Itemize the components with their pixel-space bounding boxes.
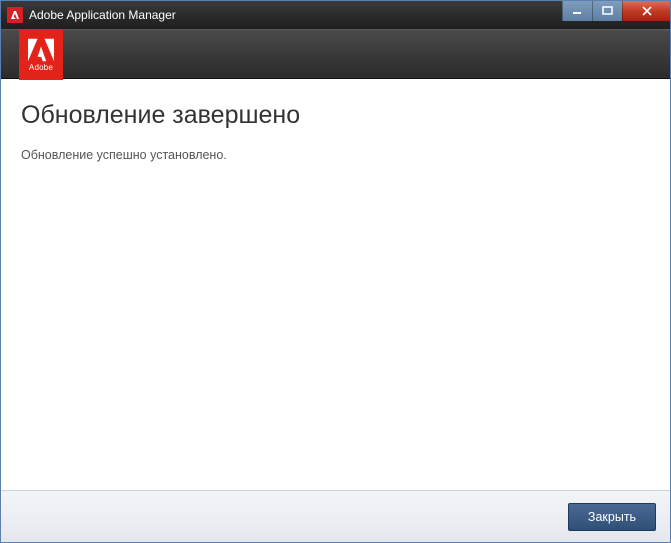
- window-title: Adobe Application Manager: [29, 8, 176, 22]
- window-controls: [562, 1, 670, 21]
- window-close-button[interactable]: [622, 1, 670, 21]
- header-strip: Adobe: [1, 29, 670, 79]
- titlebar[interactable]: Adobe Application Manager: [1, 1, 670, 29]
- adobe-logo-icon: [28, 38, 54, 62]
- status-message: Обновление успешно установлено.: [21, 148, 650, 162]
- adobe-logo-badge: Adobe: [19, 30, 63, 80]
- adobe-app-icon: [7, 7, 23, 23]
- content-area: Обновление завершено Обновление успешно …: [1, 79, 670, 490]
- adobe-logo-text: Adobe: [29, 63, 53, 72]
- minimize-button[interactable]: [562, 1, 592, 21]
- close-button[interactable]: Закрыть: [568, 503, 656, 531]
- app-window: Adobe Application Manager Adobe Обновлен…: [0, 0, 671, 543]
- footer-bar: Закрыть: [1, 490, 670, 542]
- page-heading: Обновление завершено: [21, 101, 650, 130]
- maximize-button[interactable]: [592, 1, 622, 21]
